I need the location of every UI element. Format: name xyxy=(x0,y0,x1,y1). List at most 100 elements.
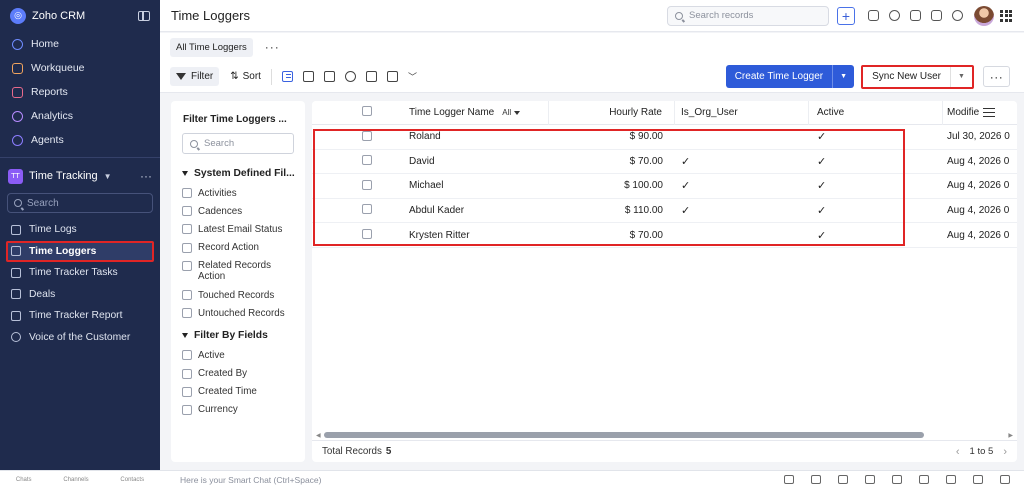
collapse-sidebar-icon[interactable] xyxy=(138,11,150,21)
table-row[interactable]: Roland $ 90.00 ✓ Jul 30, 2026 0 xyxy=(312,125,1017,150)
nav-agents[interactable]: Agents xyxy=(0,128,160,152)
bell-icon[interactable] xyxy=(889,10,900,21)
table-row[interactable]: Abdul Kader $ 110.00 ✓ ✓ Aug 4, 2026 0 xyxy=(312,199,1017,224)
filter-option[interactable]: Untouched Records xyxy=(171,304,305,322)
global-search-input[interactable]: Search records xyxy=(667,5,829,26)
list-view-icon[interactable] xyxy=(281,71,293,82)
module-more-icon[interactable]: ··· xyxy=(140,169,152,183)
quick-create-button[interactable]: + xyxy=(837,6,855,25)
table-row[interactable]: David $ 70.00 ✓ ✓ Aug 4, 2026 0 xyxy=(312,150,1017,175)
create-dropdown-button[interactable]: ▼ xyxy=(832,65,855,88)
row-checkbox[interactable] xyxy=(362,130,372,141)
filter-checkbox[interactable] xyxy=(182,242,192,253)
calendar-icon[interactable] xyxy=(946,475,956,484)
tab-all-time-loggers[interactable]: All Time Loggers xyxy=(170,37,253,57)
smart-chat-input[interactable]: Here is your Smart Chat (Ctrl+Space) xyxy=(160,475,784,485)
kanban-view-icon[interactable] xyxy=(302,71,314,82)
nav-workqueue[interactable]: Workqueue xyxy=(0,56,160,80)
scrollbar-thumb[interactable] xyxy=(323,432,924,438)
filter-checkbox[interactable] xyxy=(182,206,192,217)
create-time-logger-button[interactable]: Create Time Logger xyxy=(725,65,833,88)
chats-link[interactable]: Chats xyxy=(16,477,32,483)
scroll-left-icon[interactable]: ◀ xyxy=(316,432,321,439)
sync-new-user-button[interactable]: Sync New User xyxy=(863,67,950,87)
chevron-down-icon[interactable]: ﹀ xyxy=(408,70,417,83)
record-name-link[interactable]: Abdul Kader xyxy=(409,205,464,216)
more-actions-button[interactable]: ··· xyxy=(983,66,1010,87)
horizontal-scrollbar[interactable]: ◀ ▶ xyxy=(316,431,1013,439)
avatar[interactable] xyxy=(974,5,994,26)
upload-icon[interactable] xyxy=(973,475,983,484)
module-time-tracking[interactable]: TT Time Tracking ▼ ··· xyxy=(0,163,160,189)
filter-option[interactable]: Cadences xyxy=(171,202,305,220)
timeline-view-icon[interactable] xyxy=(365,71,377,82)
record-name-link[interactable]: David xyxy=(409,156,435,167)
sync-dropdown-button[interactable]: ▼ xyxy=(950,66,972,87)
clock-icon[interactable] xyxy=(919,475,929,484)
row-checkbox[interactable] xyxy=(362,204,372,215)
table-view-icon[interactable] xyxy=(323,71,335,82)
column-header-active[interactable]: Active xyxy=(809,101,943,125)
filter-option[interactable]: Active xyxy=(171,346,305,364)
nav-home[interactable]: Home xyxy=(0,32,160,56)
record-name-link[interactable]: Michael xyxy=(409,180,443,191)
row-checkbox[interactable] xyxy=(362,155,372,166)
sidebar-item-time-tracker-report[interactable]: Time Tracker Report xyxy=(0,305,160,327)
prev-page-icon[interactable]: ‹ xyxy=(956,446,960,458)
filter-option[interactable]: Activities xyxy=(171,184,305,202)
views-more-icon[interactable]: ··· xyxy=(265,40,280,54)
contacts-link[interactable]: Contacts xyxy=(120,477,144,483)
field-filters-header[interactable]: Filter By Fields xyxy=(171,326,305,346)
calendar-icon[interactable] xyxy=(910,10,921,21)
sidebar-item-time-loggers[interactable]: Time Loggers xyxy=(6,240,154,262)
record-name-link[interactable]: Roland xyxy=(409,131,441,142)
announce-icon[interactable] xyxy=(811,475,821,484)
screen-icon[interactable] xyxy=(784,475,794,484)
column-header-org[interactable]: Is_Org_User xyxy=(675,101,809,125)
filter-checkbox[interactable] xyxy=(182,260,192,271)
filter-checkbox[interactable] xyxy=(182,386,192,397)
column-header-rate[interactable]: Hourly Rate xyxy=(549,101,675,125)
filter-option[interactable]: Created By xyxy=(171,365,305,383)
table-row[interactable]: Krysten Ritter $ 70.00 ✓ Aug 4, 2026 0 xyxy=(312,223,1017,248)
translate-icon[interactable] xyxy=(868,10,879,21)
column-header-name[interactable]: Time Logger Name All xyxy=(409,101,549,125)
column-header-modified[interactable]: Modifie xyxy=(943,107,1017,118)
filter-search-input[interactable]: Search xyxy=(182,133,294,154)
filter-checkbox[interactable] xyxy=(182,308,192,319)
nav-analytics[interactable]: Analytics xyxy=(0,104,160,128)
marketplace-icon[interactable] xyxy=(931,10,942,21)
feedback-icon[interactable] xyxy=(838,475,848,484)
filter-button[interactable]: Filter xyxy=(170,67,220,86)
next-page-icon[interactable]: › xyxy=(1003,446,1007,458)
sidebar-item-deals[interactable]: Deals xyxy=(0,284,160,306)
filter-option[interactable]: Currency xyxy=(171,401,305,419)
gear-icon[interactable] xyxy=(952,10,963,21)
filter-option[interactable]: Touched Records xyxy=(171,286,305,304)
sidebar-item-time-tracker-tasks[interactable]: Time Tracker Tasks xyxy=(0,262,160,284)
name-filter-dropdown[interactable]: All xyxy=(502,108,521,117)
filter-checkbox[interactable] xyxy=(182,404,192,415)
record-name-link[interactable]: Krysten Ritter xyxy=(409,230,470,241)
sidebar-item-voice-of-customer[interactable]: Voice of the Customer xyxy=(0,327,160,349)
filter-option[interactable]: Latest Email Status xyxy=(171,220,305,238)
filter-option[interactable]: Record Action xyxy=(171,239,305,257)
sidebar-search-input[interactable]: Search xyxy=(7,193,153,213)
channels-link[interactable]: Channels xyxy=(63,477,88,483)
filter-checkbox[interactable] xyxy=(182,224,192,235)
nav-reports[interactable]: Reports xyxy=(0,80,160,104)
filter-option[interactable]: Related Records Action xyxy=(171,257,305,286)
scroll-right-icon[interactable]: ▶ xyxy=(1008,432,1013,439)
row-checkbox[interactable] xyxy=(362,228,372,239)
filter-checkbox[interactable] xyxy=(182,368,192,379)
column-settings-icon[interactable] xyxy=(983,108,996,117)
sort-button[interactable]: ⇅ Sort xyxy=(230,71,261,82)
app-grid-icon[interactable] xyxy=(1000,9,1012,22)
table-row[interactable]: Michael $ 100.00 ✓ ✓ Aug 4, 2026 0 xyxy=(312,174,1017,199)
chart-view-icon[interactable] xyxy=(344,71,356,82)
select-all-checkbox[interactable] xyxy=(362,106,372,117)
filter-checkbox[interactable] xyxy=(182,188,192,199)
translate-icon[interactable] xyxy=(892,475,902,484)
split-view-icon[interactable] xyxy=(386,71,398,82)
row-checkbox[interactable] xyxy=(362,179,372,190)
